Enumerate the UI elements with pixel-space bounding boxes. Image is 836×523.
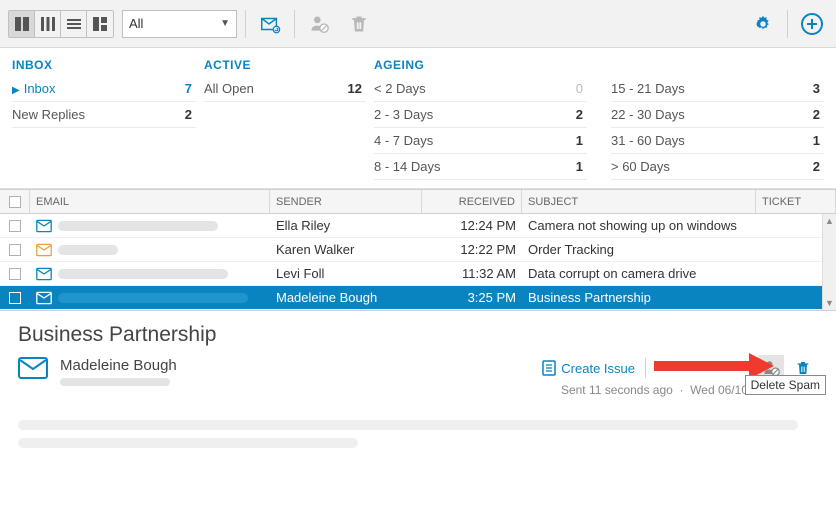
summary-row[interactable]: > 60 Days2 bbox=[611, 154, 824, 180]
row-subject: Order Tracking bbox=[522, 238, 756, 261]
summary-header-spacer bbox=[611, 58, 824, 76]
row-subject: Data corrupt on camera drive bbox=[522, 262, 756, 285]
row-subject: Camera not showing up on windows bbox=[522, 214, 756, 237]
summary-row[interactable]: < 2 Days0 bbox=[374, 76, 587, 102]
summary-row-new-replies[interactable]: New Replies 2 bbox=[12, 102, 196, 128]
row-email bbox=[30, 286, 270, 309]
filter-dropdown[interactable]: All ▼ bbox=[122, 10, 237, 38]
summary-active: ACTIVE All Open 12 bbox=[200, 58, 370, 180]
summary-row[interactable]: 31 - 60 Days1 bbox=[611, 128, 824, 154]
chevron-right-icon: ▶ bbox=[12, 85, 20, 96]
sent-meta: Sent 11 seconds ago · Wed 06/10/2 bbox=[561, 383, 758, 397]
action-divider bbox=[645, 358, 646, 378]
from-name: Madeleine Bough bbox=[60, 357, 177, 374]
grid-body: Ella Riley 12:24 PM Camera not showing u… bbox=[0, 214, 836, 310]
body-line-redacted bbox=[18, 438, 358, 448]
scroll-up-icon[interactable]: ▲ bbox=[823, 214, 836, 228]
chevron-down-icon: ▼ bbox=[220, 18, 230, 29]
document-icon bbox=[541, 360, 557, 376]
delete-button[interactable] bbox=[343, 8, 375, 40]
summary-row[interactable]: 2 - 3 Days2 bbox=[374, 102, 587, 128]
create-issue-button[interactable]: Create Issue bbox=[537, 358, 639, 378]
table-row[interactable]: Karen Walker 12:22 PM Order Tracking bbox=[0, 238, 836, 262]
from-address-redacted bbox=[60, 378, 170, 386]
summary-row[interactable]: 15 - 21 Days3 bbox=[611, 76, 824, 102]
row-received: 11:32 AM bbox=[422, 262, 522, 285]
table-row[interactable]: Ella Riley 12:24 PM Camera not showing u… bbox=[0, 214, 836, 238]
table-row[interactable]: Levi Foll 11:32 AM Data corrupt on camer… bbox=[0, 262, 836, 286]
grid-header-sender[interactable]: SENDER bbox=[270, 190, 422, 213]
toolbar-divider bbox=[787, 10, 788, 38]
summary-row[interactable]: 8 - 14 Days1 bbox=[374, 154, 587, 180]
message-body bbox=[18, 420, 818, 448]
row-checkbox[interactable] bbox=[0, 214, 30, 237]
row-sender: Karen Walker bbox=[270, 238, 422, 261]
add-button[interactable] bbox=[796, 8, 828, 40]
row-received: 12:22 PM bbox=[422, 238, 522, 261]
grid-header-checkbox[interactable] bbox=[0, 190, 30, 213]
grid-header-received[interactable]: RECEIVED bbox=[422, 190, 522, 213]
view-list-icon[interactable] bbox=[61, 11, 87, 37]
email-redacted bbox=[58, 221, 218, 231]
row-received: 3:25 PM bbox=[422, 286, 522, 309]
row-subject: Business Partnership bbox=[522, 286, 756, 309]
body-line-redacted bbox=[18, 420, 798, 430]
summary-ageing: AGEING < 2 Days0 2 - 3 Days2 4 - 7 Days1… bbox=[370, 58, 828, 180]
block-user-button[interactable] bbox=[303, 8, 335, 40]
summary-row-inbox[interactable]: ▶Inbox 7 bbox=[12, 76, 196, 102]
toolbar-divider bbox=[245, 10, 246, 38]
view-split-icon[interactable] bbox=[87, 11, 113, 37]
row-email bbox=[30, 238, 270, 261]
grid-header-email[interactable]: EMAIL bbox=[30, 190, 270, 213]
mail-icon bbox=[36, 219, 52, 233]
row-checkbox[interactable] bbox=[0, 286, 30, 309]
toolbar: All ▼ bbox=[0, 0, 836, 48]
view-columns-icon[interactable] bbox=[35, 11, 61, 37]
summary-header: INBOX bbox=[12, 58, 196, 76]
email-grid: EMAIL SENDER RECEIVED SUBJECT TICKET Ell… bbox=[0, 189, 836, 310]
mail-icon bbox=[36, 267, 52, 281]
row-sender: Levi Foll bbox=[270, 262, 422, 285]
row-email bbox=[30, 262, 270, 285]
grid-header-subject[interactable]: SUBJECT bbox=[522, 190, 756, 213]
mail-icon bbox=[36, 291, 52, 305]
scrollbar[interactable]: ▲ ▼ bbox=[822, 214, 836, 310]
row-checkbox[interactable] bbox=[0, 262, 30, 285]
detail-subject: Business Partnership bbox=[18, 323, 818, 347]
scroll-down-icon[interactable]: ▼ bbox=[823, 296, 836, 310]
toolbar-divider bbox=[294, 10, 295, 38]
summary-panel: INBOX ▶Inbox 7 New Replies 2 ACTIVE All … bbox=[0, 48, 836, 189]
grid-header: EMAIL SENDER RECEIVED SUBJECT TICKET bbox=[0, 190, 836, 214]
row-email bbox=[30, 214, 270, 237]
delete-spam-tooltip: Delete Spam bbox=[745, 375, 826, 395]
summary-inbox: INBOX ▶Inbox 7 New Replies 2 bbox=[8, 58, 200, 180]
row-sender: Ella Riley bbox=[270, 214, 422, 237]
email-redacted bbox=[58, 293, 248, 303]
mail-icon bbox=[36, 243, 52, 257]
email-redacted bbox=[58, 245, 118, 255]
row-sender: Madeleine Bough bbox=[270, 286, 422, 309]
summary-header: AGEING bbox=[374, 58, 587, 76]
view-cards-icon[interactable] bbox=[9, 11, 35, 37]
detail-pane: Business Partnership Madeleine Bough Cre… bbox=[0, 310, 836, 464]
summary-header: ACTIVE bbox=[204, 58, 366, 76]
summary-row-all-open[interactable]: All Open 12 bbox=[204, 76, 366, 102]
summary-row[interactable]: 22 - 30 Days2 bbox=[611, 102, 824, 128]
filter-value: All bbox=[129, 16, 143, 31]
settings-button[interactable] bbox=[747, 8, 779, 40]
mail-icon bbox=[18, 357, 48, 381]
table-row[interactable]: Madeleine Bough 3:25 PM Business Partner… bbox=[0, 286, 836, 310]
view-toggle-group bbox=[8, 10, 114, 38]
grid-header-ticket[interactable]: TICKET bbox=[756, 190, 836, 213]
summary-row[interactable]: 4 - 7 Days1 bbox=[374, 128, 587, 154]
row-received: 12:24 PM bbox=[422, 214, 522, 237]
email-redacted bbox=[58, 269, 228, 279]
row-checkbox[interactable] bbox=[0, 238, 30, 261]
refresh-mail-button[interactable] bbox=[254, 8, 286, 40]
